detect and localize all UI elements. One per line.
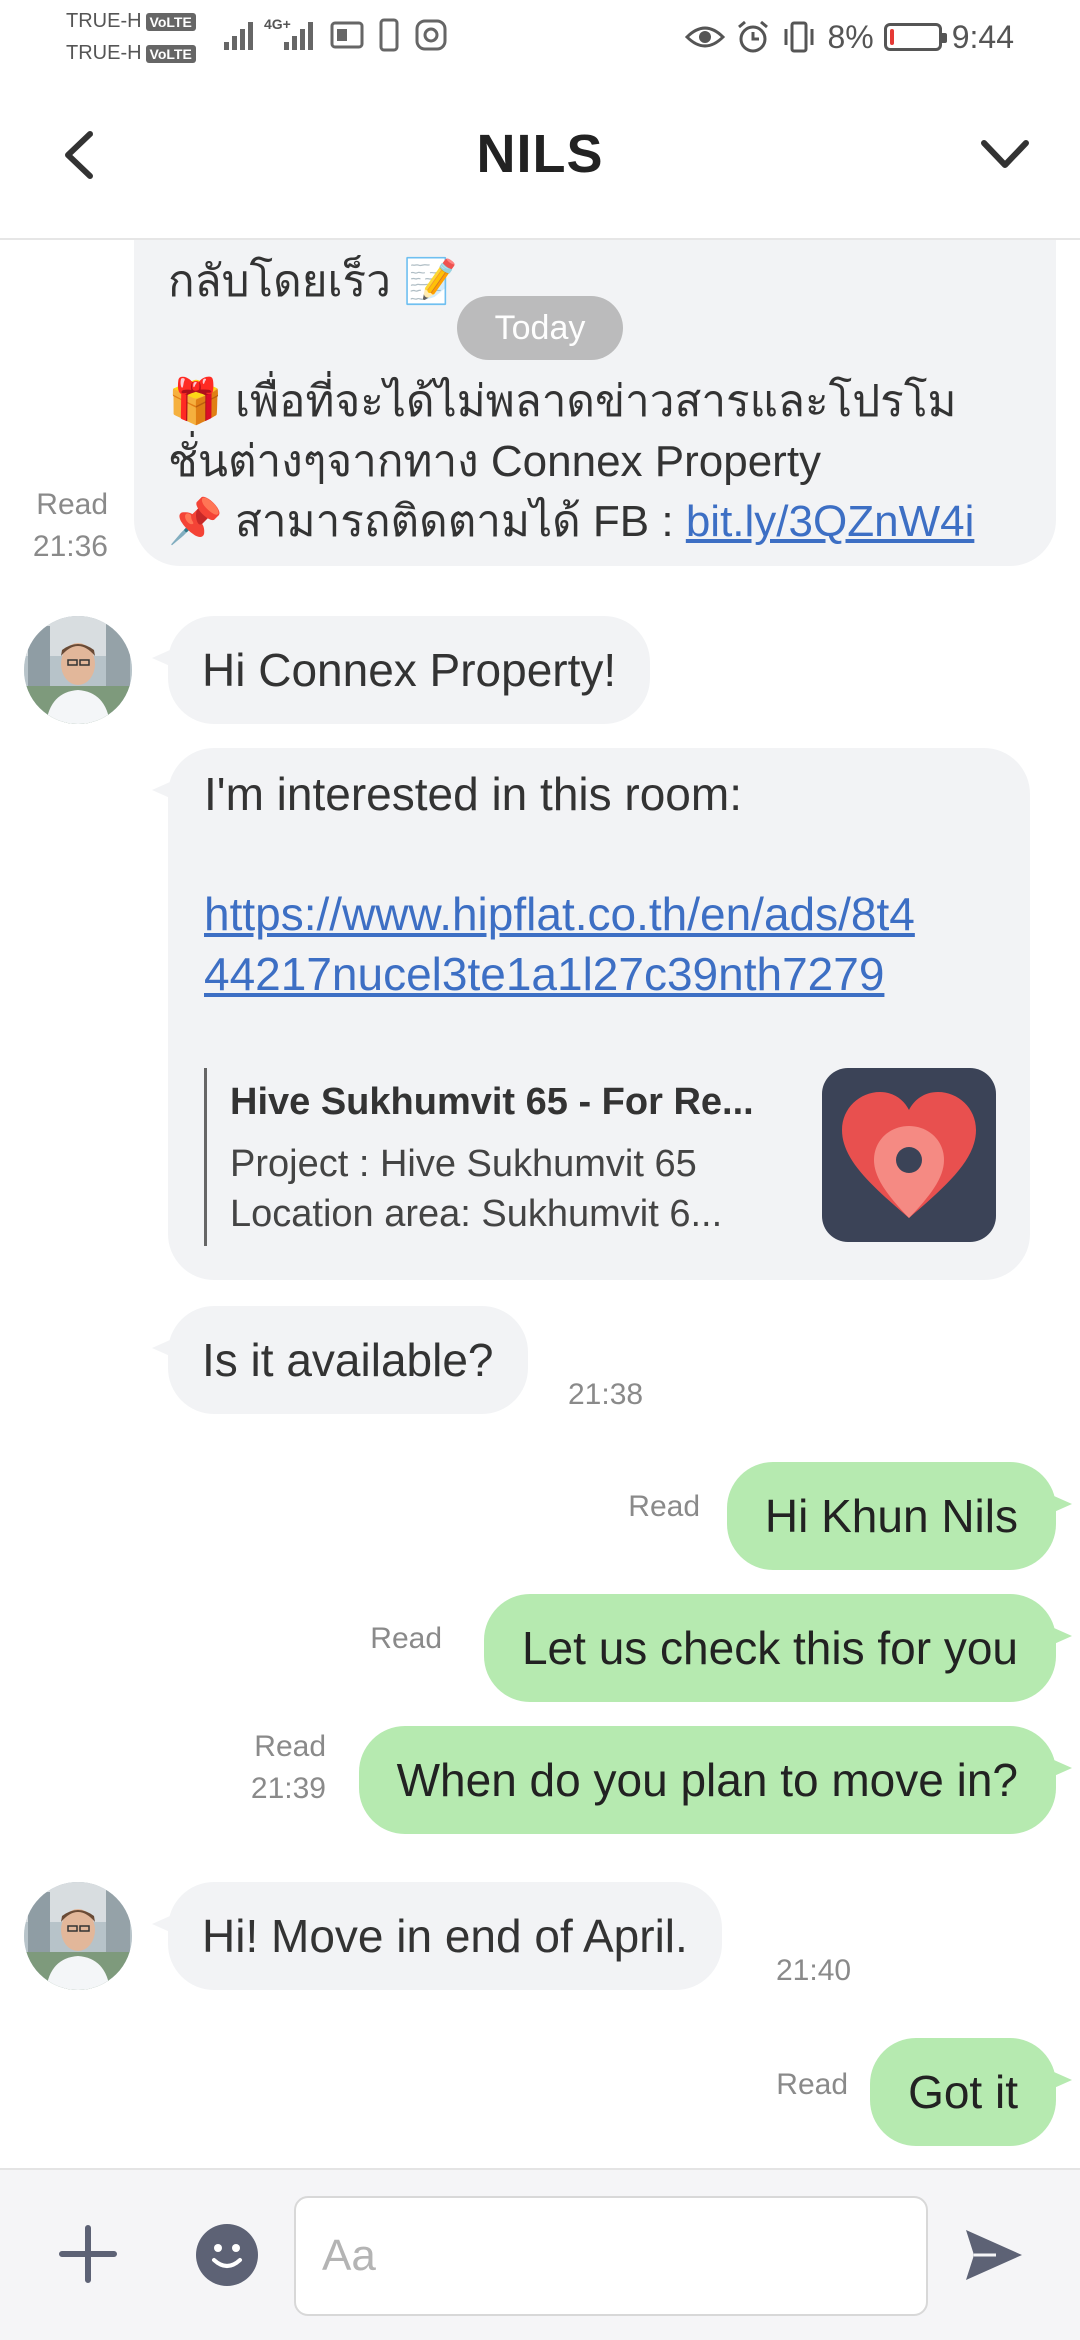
data-icon — [284, 22, 313, 50]
status-right: 8% 9:44 — [685, 14, 1014, 60]
message-time: 21:39 — [250, 1772, 326, 1805]
read-status-reply-1: Read — [628, 1490, 700, 1523]
preview-location: Location area: Sukhumvit 6... — [230, 1193, 723, 1235]
message-bubble-reply-3[interactable]: When do you plan to move in? — [358, 1726, 1073, 1834]
carrier-1-label: TRUE-H — [66, 10, 142, 32]
preview-title: Hive Sukhumvit 65 - For Re... — [230, 1081, 754, 1123]
message-bubble-reply-4[interactable]: Got it — [870, 2038, 1072, 2146]
message-bubble-reply-2[interactable]: Let us check this for you — [483, 1594, 1073, 1702]
send-button[interactable] — [960, 2222, 1026, 2288]
message-text: Got it — [908, 2066, 1018, 2118]
message-meta-promo: Read 21:36 — [12, 484, 108, 568]
promo-line-4-text: 📌 สามารถติดตามได้ FB : — [168, 497, 686, 546]
message-text: Hi! Move in end of April. — [202, 1910, 688, 1962]
battery-icon — [883, 23, 947, 51]
eye-icon — [685, 26, 726, 48]
promo-line-4: 📌 สามารถติดตามได้ FB : bit.ly/3QZnW4i — [168, 492, 1020, 552]
read-status-reply-2: Read — [370, 1622, 442, 1655]
link-preview-card[interactable]: Hive Sukhumvit 65 - For Re... Project : … — [204, 1068, 1004, 1246]
carrier-2-label: TRUE-H — [66, 42, 142, 64]
chat-title: NILS — [476, 124, 604, 184]
message-text: Hi Connex Property! — [202, 644, 617, 696]
promo-line-2: 🎁 เพื่อที่จะได้ไม่พลาดข่าวสารและโปรโม — [168, 377, 957, 426]
read-status-reply-4: Read — [776, 2068, 848, 2101]
listing-link-line-2[interactable]: 44217nucel3te1a1l27c39nth7279 — [204, 944, 884, 1004]
message-bubble-move-in[interactable]: Hi! Move in end of April. — [152, 1882, 722, 1990]
emoji-icon — [212, 2244, 242, 2268]
message-text: When do you plan to move in? — [396, 1754, 1018, 1806]
carrier-2: TRUE-H VoLTE — [66, 42, 196, 65]
interest-intro: I'm interested in this room: — [204, 768, 742, 820]
clock: 9:44 — [951, 18, 1014, 55]
message-bubble-hi[interactable]: Hi Connex Property! — [151, 616, 651, 724]
phone-icon — [379, 18, 399, 52]
vibrate-icon — [784, 21, 814, 53]
heart-location-icon — [842, 1092, 976, 1218]
message-text: Hi Khun Nils — [764, 1490, 1018, 1542]
chevron-down-icon — [981, 140, 1029, 168]
carrier-1: TRUE-H VoLTE — [66, 10, 196, 33]
signal-icon — [224, 22, 253, 50]
avatar[interactable] — [24, 616, 132, 724]
preview-thumbnail — [822, 1068, 996, 1242]
message-time-available: 21:38 — [568, 1378, 644, 1411]
battery-saver-icon — [330, 21, 364, 49]
message-meta-reply-3: Read 21:39 — [226, 1726, 326, 1810]
message-text: Is it available? — [202, 1334, 494, 1386]
listing-link-line-1[interactable]: https://www.hipflat.co.th/en/ads/8t4 — [204, 884, 915, 944]
message-bubble-available[interactable]: Is it available? — [152, 1306, 528, 1414]
instagram-icon — [415, 19, 447, 51]
avatar-photo — [24, 616, 132, 724]
message-composer — [0, 2168, 1080, 2340]
battery-level — [889, 29, 894, 45]
alarm-icon — [738, 20, 769, 53]
message-input[interactable] — [294, 2196, 928, 2316]
promo-link[interactable]: bit.ly/3QZnW4i — [686, 497, 975, 546]
status-bar: TRUE-H VoLTE TRUE-H VoLTE 4G+ 8% 9:44 — [0, 0, 1080, 75]
volte-badge-2: VoLTE — [145, 44, 196, 63]
avatar-photo — [24, 1882, 132, 1990]
message-time: 21:36 — [32, 530, 108, 563]
message-bubble-interest[interactable]: I'm interested in this room: https://www… — [152, 748, 1030, 1280]
date-divider: Today — [457, 296, 623, 360]
chat-header: NILS — [0, 75, 1080, 240]
message-list[interactable]: กลับโดยเร็ว 📝 🎁 เพื่อที่จะได้ไม่พลาดข่าว… — [0, 240, 1080, 2168]
plus-icon — [59, 2225, 117, 2283]
menu-toggle-button[interactable] — [970, 125, 1040, 185]
volte-badge-1: VoLTE — [145, 12, 196, 31]
promo-line-3: ชั่นต่างๆจากทาง Connex Property — [168, 437, 822, 486]
preview-accent-bar — [204, 1068, 207, 1246]
message-bubble-reply-1[interactable]: Hi Khun Nils — [726, 1462, 1073, 1570]
read-status: Read — [254, 1730, 326, 1763]
battery-percent: 8% — [827, 18, 874, 55]
avatar[interactable] — [24, 1882, 132, 1990]
message-bubble-promo[interactable]: กลับโดยเร็ว 📝 🎁 เพื่อที่จะได้ไม่พลาดข่าว… — [134, 240, 1056, 566]
emoji-button[interactable] — [196, 2224, 258, 2286]
add-attachment-button[interactable] — [56, 2222, 120, 2286]
message-time-move-in: 21:40 — [776, 1954, 852, 1987]
message-text: Let us check this for you — [521, 1622, 1018, 1674]
read-status: Read — [36, 488, 108, 521]
